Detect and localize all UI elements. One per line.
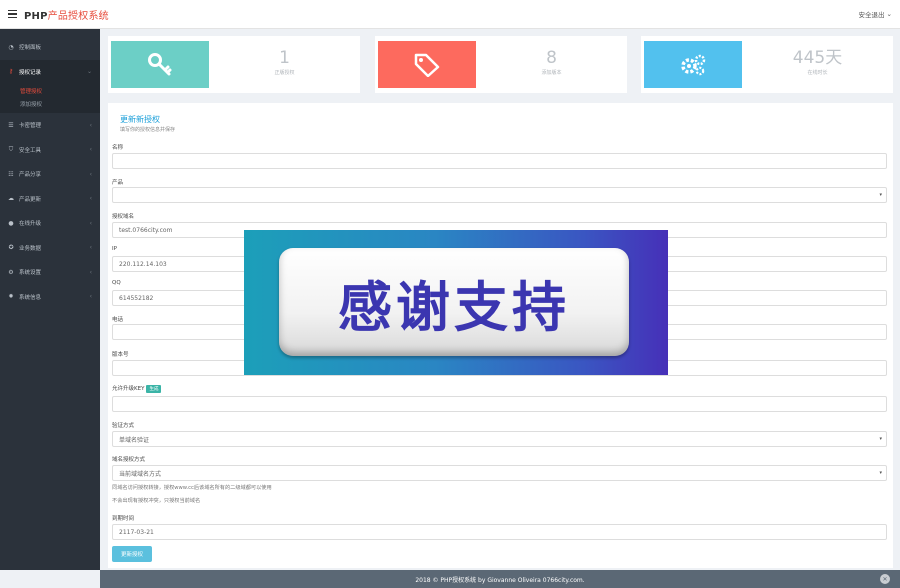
dashboard-icon: ◔ xyxy=(8,43,14,51)
chevron-down-icon: ⌄ xyxy=(86,68,92,76)
name-input[interactable] xyxy=(112,153,887,169)
panel-title: 更新新授权 xyxy=(120,115,160,124)
chevron-left-icon: ‹ xyxy=(89,293,92,301)
phone-label: 电话 xyxy=(112,317,124,323)
footer: 2018 © PHP授权系统 by Giovanne Oliveira 0766… xyxy=(100,570,900,588)
domain-auth-method-label: 域名授权方式 xyxy=(112,457,146,463)
sidebar-item-info[interactable]: ✹ 系统信息 ‹ xyxy=(0,285,100,310)
top-bar: PHP产品授权系统 安全退出 ⌄ xyxy=(0,0,900,29)
sidebar-item-data[interactable]: ✪ 业务数据 ‹ xyxy=(0,236,100,261)
chevron-left-icon: ‹ xyxy=(89,195,92,203)
chevron-left-icon: ‹ xyxy=(89,170,92,178)
key-icon: ⚷ xyxy=(8,68,14,76)
sidebar-item-update[interactable]: ☁ 产品更新 ‹ xyxy=(0,187,100,212)
upgrade-key-input[interactable] xyxy=(112,396,887,412)
sidebar-item-settings[interactable]: ⚙ 系统设置 ‹ xyxy=(0,260,100,285)
caret-down-icon: ▾ xyxy=(879,192,882,198)
upgrade-icon: ● xyxy=(8,219,14,227)
stat-label: 添加版本 xyxy=(541,70,562,76)
stat-value: 1 xyxy=(279,48,290,68)
sidebar-item-upgrade[interactable]: ● 在线升级 ‹ xyxy=(0,211,100,236)
sidebar-submenu: 管理授权 添加授权 xyxy=(0,84,100,113)
name-label: 名称 xyxy=(112,145,124,151)
expire-label: 到期时间 xyxy=(112,516,135,522)
expire-input[interactable]: 2117-03-21 xyxy=(112,524,887,540)
verify-method-label: 验证方式 xyxy=(112,423,135,429)
qq-label: QQ xyxy=(112,280,121,286)
domain-label: 授权域名 xyxy=(112,214,135,220)
shield-icon: ⛉ xyxy=(8,145,14,153)
ip-label: IP xyxy=(112,246,117,252)
data-icon: ✪ xyxy=(8,244,14,252)
share-icon: ☷ xyxy=(8,170,14,178)
caret-down-icon: ▾ xyxy=(879,436,882,442)
product-select[interactable]: ▾ xyxy=(112,187,887,203)
stat-label: 正版授权 xyxy=(274,70,295,76)
panel-subtitle: 填写你的授权信息并保存 xyxy=(120,127,176,133)
gears-icon xyxy=(644,41,742,88)
user-menu[interactable]: 安全退出 ⌄ xyxy=(859,9,892,19)
info-icon: ✹ xyxy=(8,293,14,301)
thanks-banner-text: 感谢支持 xyxy=(338,275,570,339)
sidebar: ◔ 控制面板 ⚷ 授权记录 ⌄ 管理授权 添加授权 ☰ 卡密管理 ‹ ⛉ 安全工… xyxy=(0,29,100,570)
version-label: 版本号 xyxy=(112,352,129,358)
stat-label: 在线时长 xyxy=(807,70,828,76)
product-label: 产品 xyxy=(112,180,124,186)
chevron-left-icon: ‹ xyxy=(89,244,92,252)
sidebar-item-dashboard[interactable]: ◔ 控制面板 xyxy=(0,35,100,60)
menu-toggle-icon[interactable] xyxy=(8,9,17,19)
domain-auth-method-select[interactable]: 当前域域名方式 ▾ xyxy=(112,465,887,481)
sidebar-subitem-add[interactable]: 添加授权 xyxy=(0,97,100,110)
chevron-left-icon: ‹ xyxy=(89,268,92,276)
tag-icon xyxy=(378,41,476,88)
hint-text-2: 不会出现有授权冲突，只授权当前域名 xyxy=(112,498,201,504)
verify-method-select[interactable]: 单域名验证 ▾ xyxy=(112,431,887,447)
sidebar-item-share[interactable]: ☷ 产品分享 ‹ xyxy=(0,162,100,187)
sidebar-item-security[interactable]: ⛉ 安全工具 ‹ xyxy=(0,138,100,163)
chevron-left-icon: ‹ xyxy=(89,121,92,129)
stat-value: 8 xyxy=(546,48,557,68)
caret-down-icon: ▾ xyxy=(879,470,882,476)
stat-card-licenses: 1 正版授权 xyxy=(108,36,360,93)
hint-text-1: 同域名访问授权转接，授权www.cc后该域名所有的二级域都可以使用 xyxy=(112,485,272,491)
stat-card-versions: 8 添加版本 xyxy=(375,36,627,93)
close-icon[interactable]: ✕ xyxy=(880,574,890,584)
update-license-button[interactable]: 更新授权 xyxy=(112,546,152,562)
thanks-banner-image: 感谢支持 xyxy=(244,230,668,375)
stat-card-uptime: 445天 在线时长 xyxy=(641,36,893,93)
key-icon xyxy=(111,41,209,88)
generate-key-button[interactable]: 生成 xyxy=(146,384,162,393)
brand-title[interactable]: PHP产品授权系统 xyxy=(24,7,109,22)
sidebar-subitem-manage[interactable]: 管理授权 xyxy=(0,84,100,97)
footer-text: 2018 © PHP授权系统 by Giovanne Oliveira 0766… xyxy=(415,576,585,584)
sidebar-item-cards[interactable]: ☰ 卡密管理 ‹ xyxy=(0,113,100,138)
upgrade-key-label: 允许升级KEY 生成 xyxy=(112,384,162,393)
stat-value: 445天 xyxy=(792,48,843,68)
chevron-left-icon: ‹ xyxy=(89,146,92,154)
gear-icon: ⚙ xyxy=(8,268,14,276)
list-icon: ☰ xyxy=(8,121,14,129)
cloud-icon: ☁ xyxy=(8,195,14,203)
chevron-down-icon: ⌄ xyxy=(886,10,892,18)
chevron-left-icon: ‹ xyxy=(89,219,92,227)
sidebar-item-license-records[interactable]: ⚷ 授权记录 ⌄ xyxy=(0,59,100,84)
